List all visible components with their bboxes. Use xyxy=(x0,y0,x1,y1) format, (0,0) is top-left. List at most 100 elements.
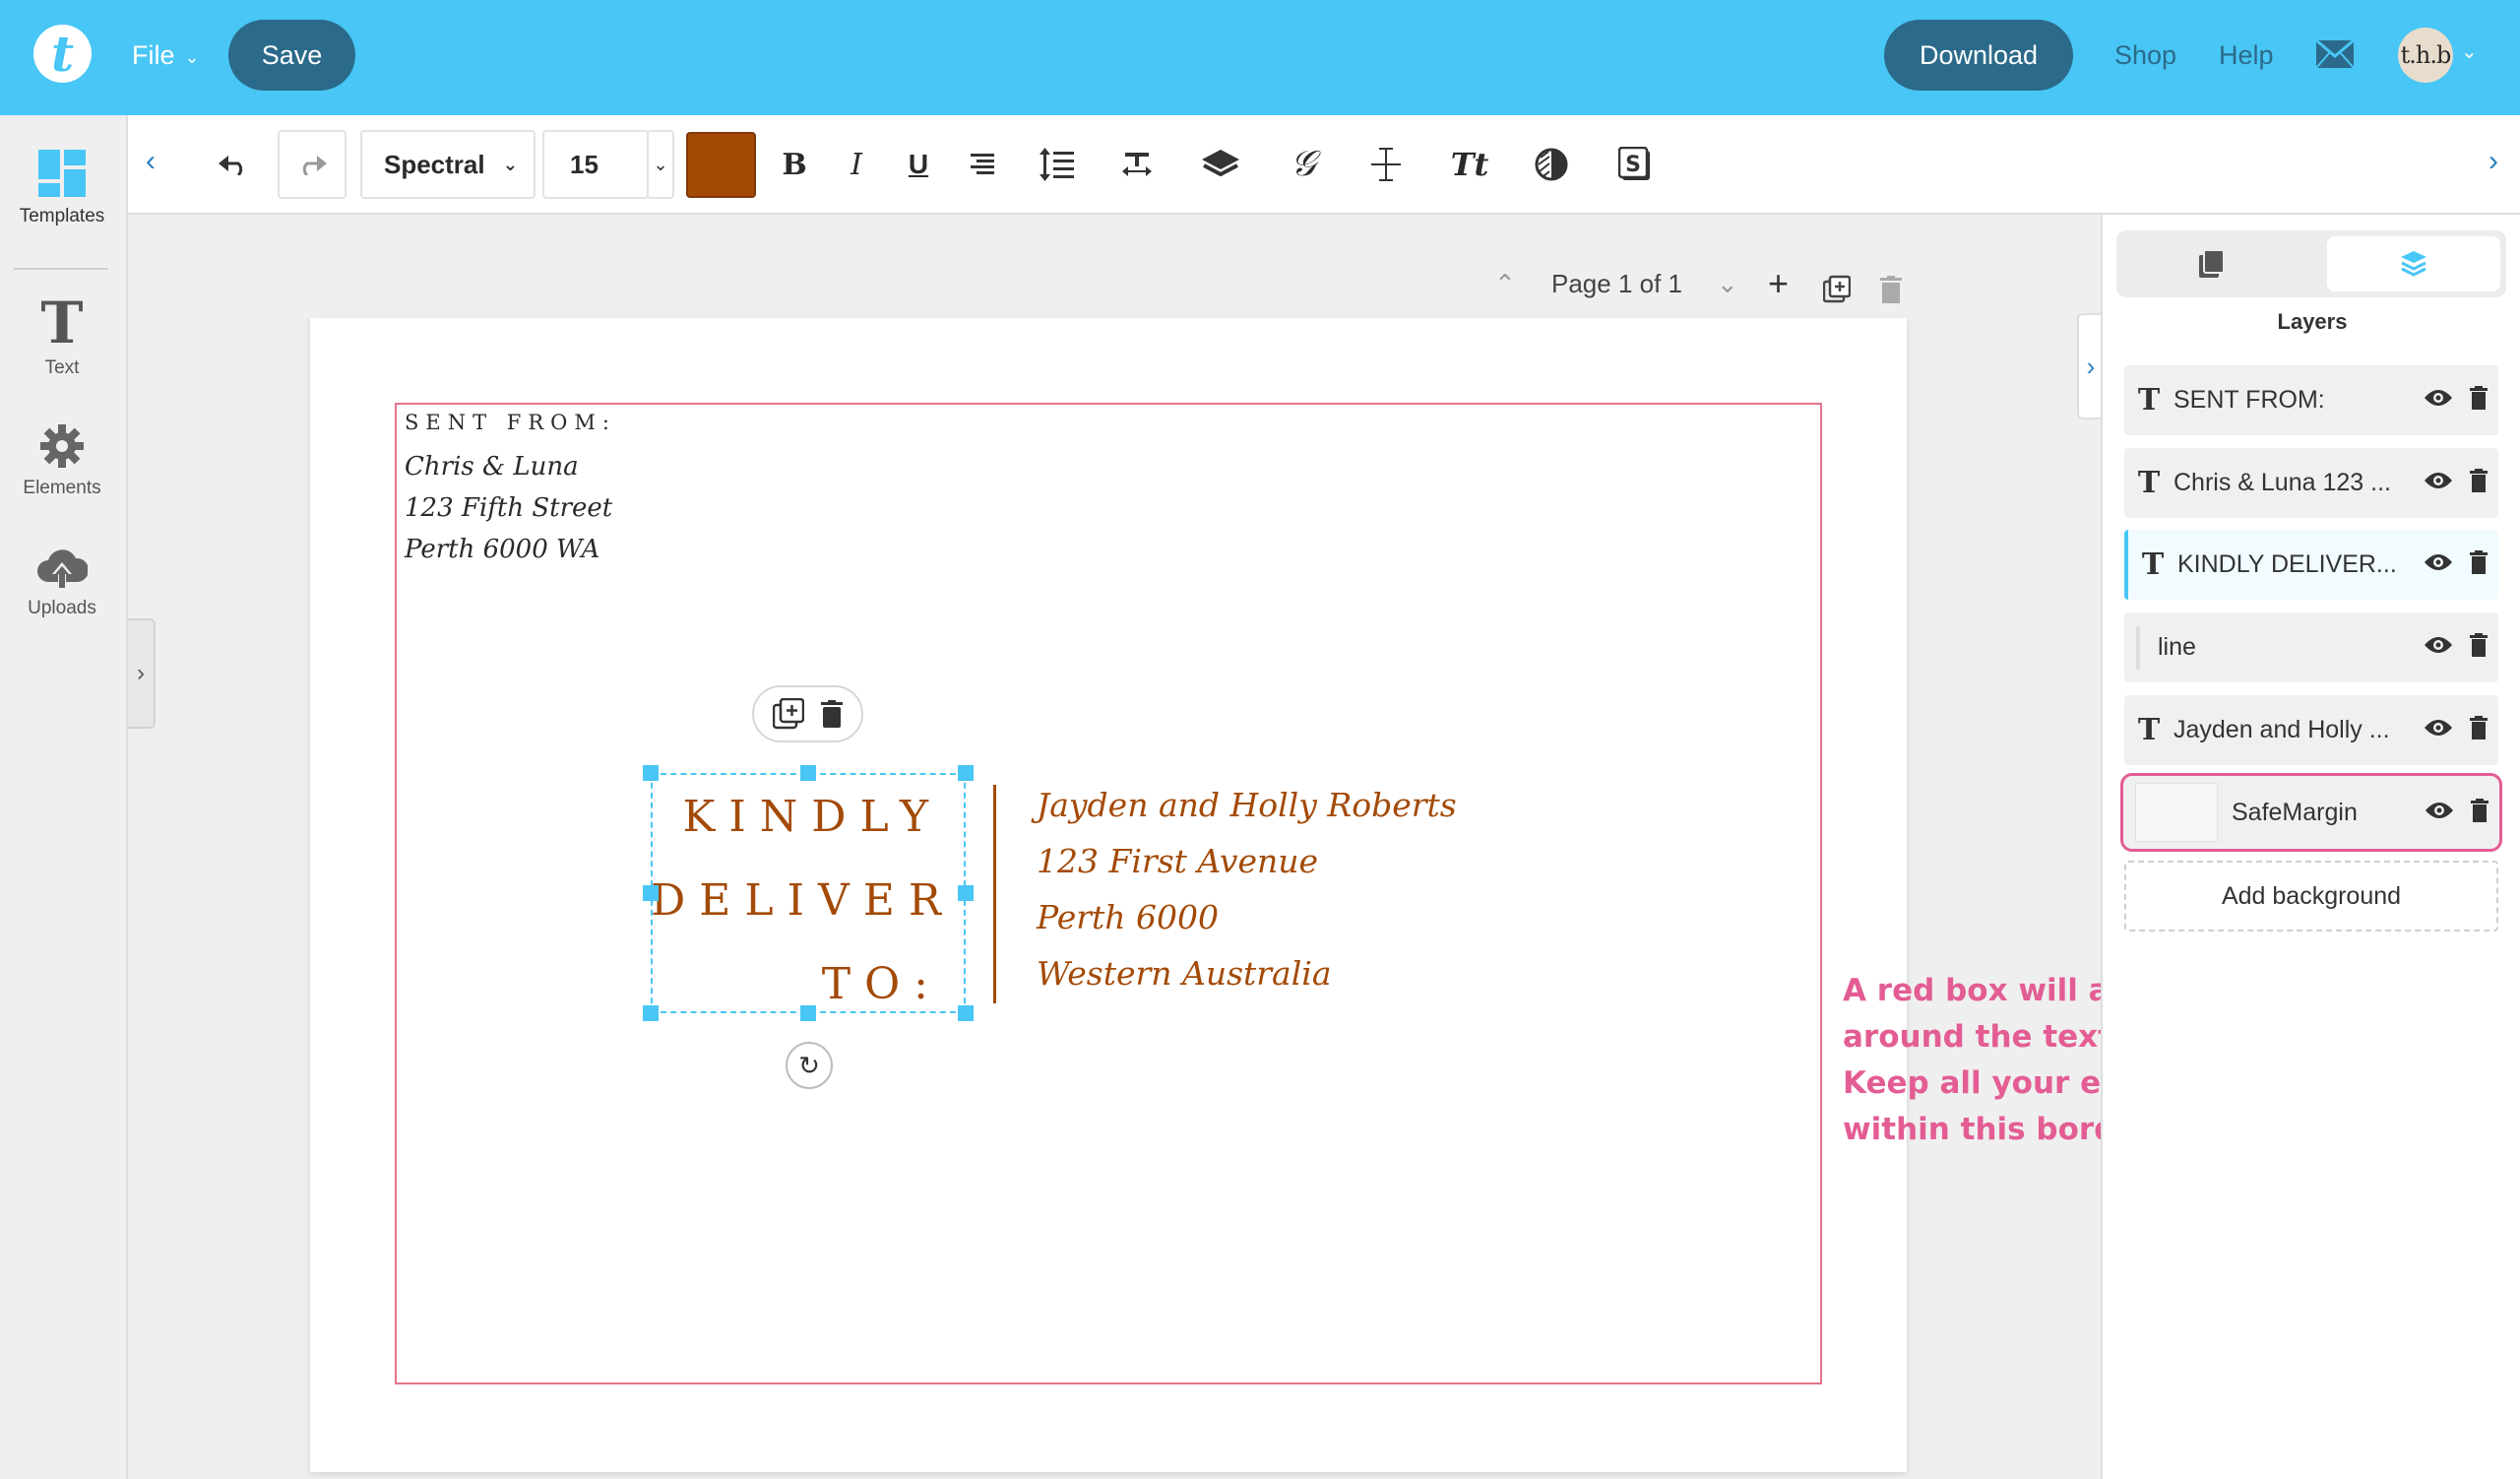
font-size-dropdown[interactable]: ⌄ xyxy=(647,130,674,199)
recipient-line: Jayden and Holly Roberts xyxy=(1037,786,1457,824)
document-s-icon: S xyxy=(1618,147,1650,180)
resize-handle[interactable] xyxy=(643,1005,659,1021)
templates-icon xyxy=(38,150,86,197)
eye-icon[interactable] xyxy=(2419,801,2460,825)
layer-item[interactable]: T SENT FROM: xyxy=(2124,365,2498,435)
resize-handle[interactable] xyxy=(800,1005,816,1021)
trash-icon[interactable] xyxy=(2459,716,2498,744)
top-bar: t File ⌄ Save Download Shop Help t.h.b ⌄ xyxy=(0,0,2520,115)
text-toolbar: ‹ Spectral ⌄ 15 ⌄ B I U 𝒢 Tt S › xyxy=(128,115,2520,215)
chevron-down-icon[interactable]: ⌄ xyxy=(1717,264,1738,303)
download-button[interactable]: Download xyxy=(1884,20,2073,91)
eye-icon[interactable] xyxy=(2418,471,2459,495)
duplicate-icon[interactable] xyxy=(772,698,804,730)
text-cursor-icon xyxy=(1371,148,1401,181)
eye-icon[interactable] xyxy=(2418,635,2459,660)
layer-order-button[interactable] xyxy=(1196,130,1245,199)
sidebar-item-uploads[interactable]: Uploads xyxy=(0,545,124,619)
sent-from-heading[interactable]: SENT FROM: xyxy=(405,411,616,434)
trash-icon[interactable] xyxy=(2459,469,2498,497)
layer-item-safe-margin[interactable]: SafeMargin xyxy=(2120,773,2502,852)
italic-button[interactable]: I xyxy=(832,130,881,199)
layer-item[interactable]: line xyxy=(2124,612,2498,682)
eye-icon[interactable] xyxy=(2418,718,2459,742)
align-button[interactable] xyxy=(957,130,1006,199)
sender-line: Chris & Luna xyxy=(405,452,579,482)
delete-page-icon[interactable] xyxy=(1880,270,1902,309)
trash-icon[interactable] xyxy=(2459,633,2498,662)
sender-address[interactable]: Chris & Luna 123 Fifth Street Perth 6000… xyxy=(405,446,612,570)
sidebar-item-text[interactable]: T Text xyxy=(0,294,124,379)
file-menu[interactable]: File ⌄ xyxy=(132,35,200,75)
divider-line[interactable] xyxy=(993,785,996,1003)
trash-icon[interactable] xyxy=(2460,798,2499,827)
resize-handle[interactable] xyxy=(643,885,659,901)
bold-button[interactable]: B xyxy=(770,130,819,199)
recipient-line: Perth 6000 xyxy=(1037,898,1220,936)
duplicate-page-icon[interactable] xyxy=(1823,270,1851,309)
sidebar-item-elements[interactable]: Elements xyxy=(0,422,124,499)
avatar[interactable]: t.h.b xyxy=(2398,28,2453,83)
trash-icon[interactable] xyxy=(821,700,844,728)
chevron-down-icon[interactable]: ⌄ xyxy=(2461,39,2478,64)
chevron-right-icon: › xyxy=(137,660,145,686)
text-effects-button[interactable]: 𝒢 xyxy=(1279,130,1328,199)
trash-icon[interactable] xyxy=(2459,550,2498,579)
mail-icon[interactable] xyxy=(2315,39,2355,69)
layer-name: KINDLY DELIVER... xyxy=(2177,550,2397,578)
panel-collapse-button[interactable]: › xyxy=(2077,313,2103,419)
app-logo[interactable]: t xyxy=(33,25,92,83)
layer-item[interactable]: T Jayden and Holly ... xyxy=(2124,695,2498,765)
spell-check-button[interactable]: S xyxy=(1610,130,1660,199)
text-cursor-button[interactable] xyxy=(1361,130,1411,199)
add-background-button[interactable]: Add background xyxy=(2124,861,2498,932)
tab-layers[interactable] xyxy=(2327,236,2500,291)
save-button[interactable]: Save xyxy=(228,20,355,91)
eye-icon[interactable] xyxy=(2418,552,2459,577)
sidebar-item-templates[interactable]: Templates xyxy=(0,149,124,227)
rotate-handle[interactable]: ↻ xyxy=(786,1042,833,1089)
chevron-left-icon[interactable]: ‹ xyxy=(146,145,156,178)
trash-icon[interactable] xyxy=(2459,386,2498,415)
resize-handle[interactable] xyxy=(643,765,659,781)
line-height-icon xyxy=(1040,148,1074,181)
design-page[interactable]: SENT FROM: Chris & Luna 123 Fifth Street… xyxy=(310,318,1907,1472)
tab-pages[interactable] xyxy=(2124,236,2300,291)
help-link[interactable]: Help xyxy=(2219,35,2274,75)
selection-actions xyxy=(752,685,863,742)
undo-button[interactable] xyxy=(209,130,258,199)
text-case-button[interactable]: Tt xyxy=(1445,130,1494,199)
shop-link[interactable]: Shop xyxy=(2114,35,2176,75)
font-size-input[interactable]: 15 xyxy=(542,130,649,199)
line-height-button[interactable] xyxy=(1032,130,1081,199)
chevron-up-icon[interactable]: ⌃ xyxy=(1494,264,1516,303)
layer-item-selected[interactable]: T KINDLY DELIVER... xyxy=(2124,530,2498,600)
eye-icon[interactable] xyxy=(2418,388,2459,413)
sender-line: 123 Fifth Street xyxy=(405,493,613,523)
text-color-swatch[interactable] xyxy=(686,132,756,198)
layers-panel: Layers T SENT FROM: T Chris & Luna 123 .… xyxy=(2101,215,2520,1479)
chevron-down-icon: ⌄ xyxy=(653,154,668,174)
underline-button[interactable]: U xyxy=(894,130,943,199)
chevron-right-icon[interactable]: › xyxy=(2488,145,2498,178)
redo-button[interactable] xyxy=(278,130,346,199)
resize-handle[interactable] xyxy=(800,765,816,781)
layer-item[interactable]: T Chris & Luna 123 ... xyxy=(2124,448,2498,518)
resize-handle[interactable] xyxy=(958,885,974,901)
layer-name: Jayden and Holly ... xyxy=(2174,716,2390,743)
layer-name: SENT FROM: xyxy=(2174,386,2325,414)
text-layer-icon: T xyxy=(2141,547,2165,582)
letter-spacing-button[interactable] xyxy=(1112,130,1162,199)
sender-line: Perth 6000 WA xyxy=(405,535,600,564)
chevron-down-icon: ⌄ xyxy=(184,46,200,67)
recipient-address[interactable]: Jayden and Holly Roberts 123 First Avenu… xyxy=(1037,777,1457,1001)
resize-handle[interactable] xyxy=(958,765,974,781)
font-family-select[interactable]: Spectral ⌄ xyxy=(360,130,536,199)
chevron-right-icon: › xyxy=(2086,352,2096,381)
sidebar-expand-button[interactable]: › xyxy=(128,618,156,729)
text-layer-icon: T xyxy=(2137,466,2161,500)
add-page-icon[interactable]: + xyxy=(1768,264,1789,303)
opacity-button[interactable] xyxy=(1527,130,1576,199)
resize-handle[interactable] xyxy=(958,1005,974,1021)
sidebar-divider xyxy=(14,268,108,270)
